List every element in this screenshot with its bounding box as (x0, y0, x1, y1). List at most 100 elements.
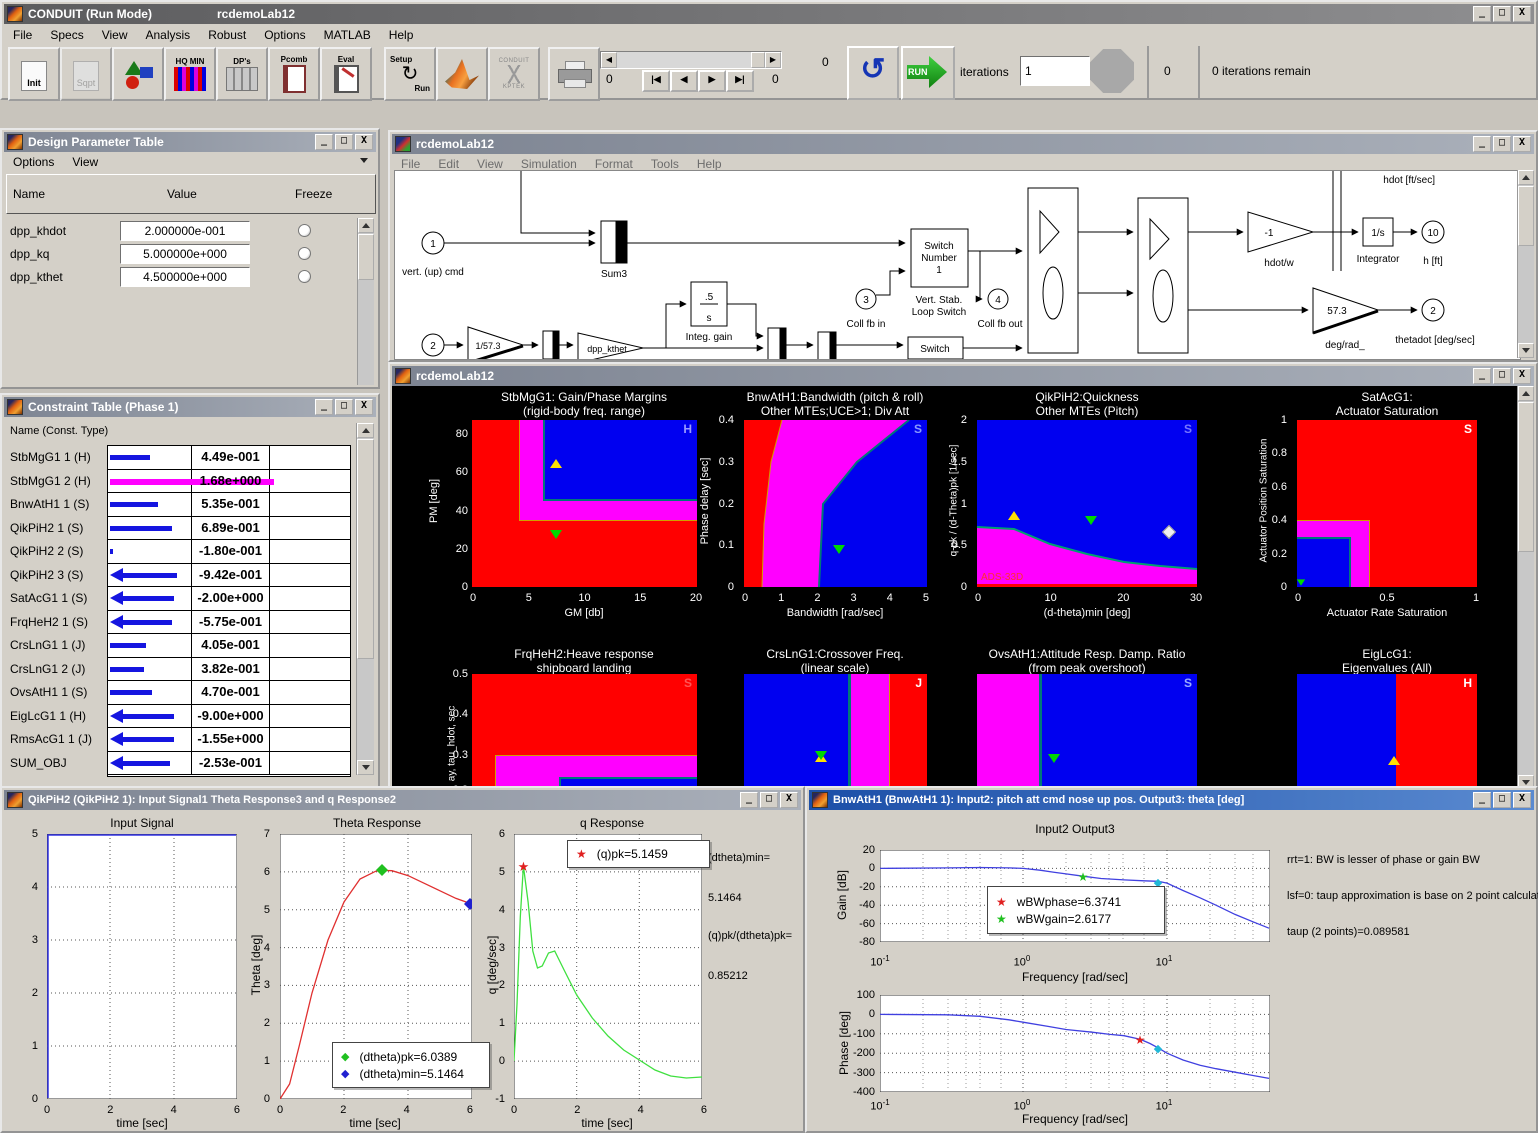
menu-chevron-icon[interactable] (360, 158, 368, 163)
prev-icon[interactable]: ◀ (670, 70, 698, 92)
maximize-icon[interactable]: □ (760, 792, 778, 808)
menu-options[interactable]: Options (4, 153, 63, 171)
maximize-icon[interactable]: □ (1493, 136, 1511, 152)
constraint-row-name[interactable]: CrsLnG1 1 (J) (10, 638, 85, 652)
main-titlebar[interactable]: CONDUIT (Run Mode) rcdemoLab12 _ □ X (4, 4, 1534, 24)
maximize-icon[interactable]: □ (335, 399, 353, 415)
constraint-row[interactable]: 4.05e-001 (108, 634, 350, 658)
constraint-row-name[interactable]: StbMgG1 2 (H) (10, 474, 91, 488)
close-icon[interactable]: X (1513, 6, 1531, 22)
menu-file[interactable]: File (4, 26, 41, 44)
menu-view[interactable]: View (63, 153, 107, 171)
constraint-row[interactable]: 4.70e-001 (108, 681, 350, 705)
eval-button[interactable]: Eval (320, 47, 372, 101)
minimize-icon[interactable]: _ (1473, 6, 1491, 22)
minimize-icon[interactable]: _ (1473, 136, 1491, 152)
constraint-row-name[interactable]: SUM_OBJ (10, 756, 67, 770)
param-row[interactable]: dpp_kthet 4.500000e+000 (2, 266, 382, 290)
constraint-row-name[interactable]: CrsLnG1 2 (J) (10, 662, 85, 676)
init-button[interactable]: Init (8, 47, 60, 101)
constraint-scrollbar[interactable] (356, 423, 374, 775)
plot-button[interactable] (112, 47, 164, 101)
bnw-titlebar[interactable]: BnwAtH1 (BnwAtH1 1): Input2: pitch att c… (809, 790, 1534, 810)
menu-analysis[interactable]: Analysis (137, 26, 200, 44)
constraint-row-name[interactable]: SatAcG1 1 (S) (10, 591, 87, 605)
close-icon[interactable]: X (355, 399, 373, 415)
constraint-titlebar[interactable]: Constraint Table (Phase 1) _ □ X (4, 397, 376, 417)
constraint-row[interactable]: -9.42e-001 (108, 564, 350, 588)
run-button[interactable]: RUN (901, 46, 955, 100)
constraint-row[interactable]: 5.35e-001 (108, 493, 350, 517)
constraint-row-name[interactable]: OvsAtH1 1 (S) (10, 685, 87, 699)
maximize-icon[interactable]: □ (1493, 792, 1511, 808)
constraint-row-name[interactable]: RmsAcG1 1 (J) (10, 732, 92, 746)
pcomb-button[interactable]: Pcomb (268, 47, 320, 101)
param-row[interactable]: dpp_kq 5.000000e+000 (2, 243, 382, 267)
constraint-row-name[interactable]: QikPiH2 3 (S) (10, 568, 83, 582)
qik-titlebar[interactable]: QikPiH2 (QikPiH2 1): Input Signal1 Theta… (4, 790, 801, 810)
constraint-row-name[interactable]: QikPiH2 1 (S) (10, 521, 83, 535)
constraint-row[interactable]: 3.82e-001 (108, 658, 350, 682)
constraint-row-name[interactable]: BnwAtH1 1 (S) (10, 497, 89, 511)
close-icon[interactable]: X (1513, 792, 1531, 808)
constraint-row[interactable]: -1.55e+000 (108, 728, 350, 752)
close-icon[interactable]: X (1513, 136, 1531, 152)
constraint-row-name[interactable]: StbMgG1 1 (H) (10, 450, 91, 464)
slider-left-arrow-icon[interactable]: ◀ (601, 52, 617, 68)
constraint-row-name[interactable]: FrqHeH2 1 (S) (10, 615, 88, 629)
constraint-row[interactable]: 4.49e-001 (108, 446, 350, 470)
menu-view[interactable]: View (93, 26, 137, 44)
menu-specs[interactable]: Specs (41, 26, 92, 44)
minimize-icon[interactable]: _ (1473, 368, 1491, 384)
constraint-row[interactable]: -2.00e+000 (108, 587, 350, 611)
reset-button[interactable]: ↺ (847, 46, 899, 100)
hqmin-button[interactable]: HQ MIN (164, 47, 216, 101)
constraint-row[interactable]: 6.89e-001 (108, 517, 350, 541)
conduit-button[interactable]: CONDUIT KPTEK (488, 47, 540, 101)
minimize-icon[interactable]: _ (315, 134, 333, 150)
constraint-row[interactable]: -9.00e+000 (108, 705, 350, 729)
simulink-titlebar[interactable]: rcdemoLab12 _ □ X (392, 134, 1534, 154)
menu-matlab[interactable]: MATLAB (315, 26, 380, 44)
design-titlebar[interactable]: Design Parameter Table _ □ X (4, 132, 376, 152)
minimize-icon[interactable]: _ (740, 792, 758, 808)
menu-robust[interactable]: Robust (199, 26, 255, 44)
first-icon[interactable]: |◀ (642, 70, 670, 92)
constraint-row-name[interactable]: EigLcG1 1 (H) (10, 709, 86, 723)
constraint-row[interactable]: 1.68e+000 (108, 470, 350, 494)
close-icon[interactable]: X (1513, 368, 1531, 384)
freeze-radio[interactable] (298, 247, 311, 260)
last-icon[interactable]: ▶| (726, 70, 754, 92)
dps-button[interactable]: DP's (216, 47, 268, 101)
constraint-row[interactable]: -2.53e-001 (108, 752, 350, 776)
menu-options[interactable]: Options (255, 26, 314, 44)
sqpt-button[interactable]: Sqpt (60, 47, 112, 101)
setup-run-button[interactable]: Setup ↻ Run (384, 47, 436, 101)
stop-button[interactable] (1090, 49, 1134, 93)
slider-thumb[interactable] (751, 52, 765, 68)
menu-help[interactable]: Help (380, 26, 423, 44)
param-value-field[interactable]: 5.000000e+000 (120, 244, 250, 264)
design-scrollbar[interactable] (357, 218, 374, 385)
iterations-input[interactable] (1020, 56, 1090, 86)
maximize-icon[interactable]: □ (1493, 6, 1511, 22)
case-slider[interactable]: ◀ ▶ (600, 51, 782, 69)
minimize-icon[interactable]: _ (1473, 792, 1491, 808)
constraint-row[interactable]: -5.75e-001 (108, 611, 350, 635)
maximize-icon[interactable]: □ (1493, 368, 1511, 384)
print-button[interactable] (548, 47, 600, 101)
spec-titlebar[interactable]: rcdemoLab12 _ □ X (392, 366, 1534, 386)
maximize-icon[interactable]: □ (335, 134, 353, 150)
simulink-scrollbar[interactable] (1517, 170, 1534, 358)
spec-scrollbar[interactable] (1517, 386, 1534, 790)
freeze-radio[interactable] (298, 224, 311, 237)
param-value-field[interactable]: 2.000000e-001 (120, 221, 250, 241)
constraint-row[interactable]: -1.80e-001 (108, 540, 350, 564)
freeze-radio[interactable] (298, 270, 311, 283)
slider-right-arrow-icon[interactable]: ▶ (765, 52, 781, 68)
close-icon[interactable]: X (355, 134, 373, 150)
matlab-button[interactable] (436, 47, 488, 101)
constraint-row-name[interactable]: QikPiH2 2 (S) (10, 544, 83, 558)
param-row[interactable]: dpp_khdot 2.000000e-001 (2, 220, 382, 244)
next-icon[interactable]: ▶ (698, 70, 726, 92)
